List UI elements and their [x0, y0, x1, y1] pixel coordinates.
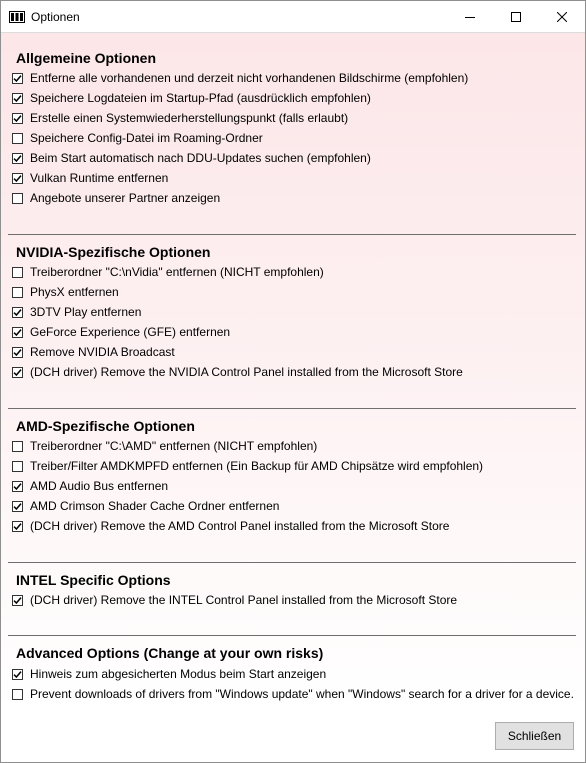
window-title: Optionen	[31, 9, 80, 24]
checkbox[interactable]	[12, 192, 23, 204]
checkbox[interactable]	[12, 326, 23, 338]
checkbox[interactable]	[12, 668, 23, 680]
option-gfe[interactable]: GeForce Experience (GFE) entfernen	[12, 323, 230, 341]
checkbox[interactable]	[12, 152, 23, 164]
checkbox[interactable]	[12, 172, 23, 184]
checkmark-icon	[13, 368, 22, 376]
checkmark-icon	[13, 596, 22, 604]
section-title-advanced: Advanced Options (Change at your own ris…	[16, 645, 324, 661]
checkbox[interactable]	[12, 266, 23, 278]
dialog-footer: Schließen	[1, 709, 585, 762]
option-prevent-windows-update[interactable]: Prevent downloads of drivers from "Windo…	[12, 685, 574, 703]
option-amd-control-panel[interactable]: (DCH driver) Remove the AMD Control Pane…	[12, 517, 449, 535]
checkmark-icon	[13, 154, 22, 162]
checkbox[interactable]	[12, 92, 23, 104]
option-safe-mode-hint[interactable]: Hinweis zum abgesicherten Modus beim Sta…	[12, 665, 326, 683]
section-divider	[8, 234, 576, 235]
option-intel-control-panel[interactable]: (DCH driver) Remove the INTEL Control Pa…	[12, 591, 457, 609]
ddu-app-icon	[9, 10, 25, 24]
checkmark-icon	[13, 174, 22, 182]
checkbox[interactable]	[12, 112, 23, 124]
option-physx[interactable]: PhysX entfernen	[12, 283, 119, 301]
options-panel: Allgemeine Optionen Entferne alle vorhan…	[1, 32, 585, 710]
option-amd-folder[interactable]: Treiberordner "C:\AMD" entfernen (NICHT …	[12, 437, 317, 455]
checkmark-icon	[13, 522, 22, 530]
checkmark-icon	[13, 94, 22, 102]
maximize-button[interactable]	[493, 1, 539, 32]
checkmark-icon	[13, 482, 22, 490]
checkbox[interactable]	[12, 520, 23, 532]
checkbox[interactable]	[12, 72, 23, 84]
option-amd-audio-bus[interactable]: AMD Audio Bus entfernen	[12, 477, 168, 495]
option-nvidia-control-panel[interactable]: (DCH driver) Remove the NVIDIA Control P…	[12, 363, 463, 381]
checkbox[interactable]	[12, 500, 23, 512]
checkmark-icon	[13, 328, 22, 336]
option-vulkan-runtime[interactable]: Vulkan Runtime entfernen	[12, 169, 168, 187]
option-3dtv-play[interactable]: 3DTV Play entfernen	[12, 303, 141, 321]
minimize-button[interactable]	[447, 1, 493, 32]
title-bar[interactable]: Optionen	[1, 1, 585, 32]
checkbox[interactable]	[12, 688, 23, 700]
checkbox[interactable]	[12, 460, 23, 472]
option-config-roaming[interactable]: Speichere Config-Datei im Roaming-Ordner	[12, 129, 263, 147]
section-divider	[8, 562, 576, 563]
section-title-amd: AMD-Spezifische Optionen	[16, 418, 195, 434]
checkmark-icon	[13, 114, 22, 122]
close-window-button[interactable]	[539, 1, 585, 32]
checkbox[interactable]	[12, 132, 23, 144]
section-title-general: Allgemeine Optionen	[16, 50, 157, 66]
option-restore-point[interactable]: Erstelle einen Systemwiederherstellungsp…	[12, 109, 348, 127]
section-divider	[8, 408, 576, 409]
checkbox[interactable]	[12, 286, 23, 298]
maximize-icon	[511, 11, 521, 22]
checkmark-icon	[13, 348, 22, 356]
option-save-logs[interactable]: Speichere Logdateien im Startup-Pfad (au…	[12, 89, 371, 107]
option-amdkmpfd[interactable]: Treiber/Filter AMDKMPFD entfernen (Ein B…	[12, 457, 483, 475]
option-partner-offers[interactable]: Angebote unserer Partner anzeigen	[12, 189, 220, 207]
checkbox[interactable]	[12, 594, 23, 606]
checkbox[interactable]	[12, 440, 23, 452]
section-divider	[8, 635, 576, 636]
close-icon	[557, 11, 567, 22]
checkmark-icon	[13, 502, 22, 510]
section-title-intel: INTEL Specific Options	[16, 572, 171, 588]
option-nvidia-folder[interactable]: Treiberordner "C:\nVidia" entfernen (NIC…	[12, 263, 324, 281]
minimize-icon	[465, 16, 475, 18]
checkbox[interactable]	[12, 346, 23, 358]
option-check-updates[interactable]: Beim Start automatisch nach DDU-Updates …	[12, 149, 371, 167]
checkmark-icon	[13, 670, 22, 678]
checkbox[interactable]	[12, 366, 23, 378]
checkmark-icon	[13, 74, 22, 82]
option-nvidia-broadcast[interactable]: Remove NVIDIA Broadcast	[12, 343, 175, 361]
option-amd-shader-cache[interactable]: AMD Crimson Shader Cache Ordner entferne…	[12, 497, 279, 515]
checkbox[interactable]	[12, 306, 23, 318]
checkbox[interactable]	[12, 480, 23, 492]
options-window: Optionen Allgemeine Optionen Entferne al…	[0, 0, 586, 763]
checkmark-icon	[13, 308, 22, 316]
option-remove-monitors[interactable]: Entferne alle vorhandenen und derzeit ni…	[12, 69, 468, 87]
close-button[interactable]: Schließen	[495, 722, 574, 750]
section-title-nvidia: NVIDIA-Spezifische Optionen	[16, 244, 211, 260]
